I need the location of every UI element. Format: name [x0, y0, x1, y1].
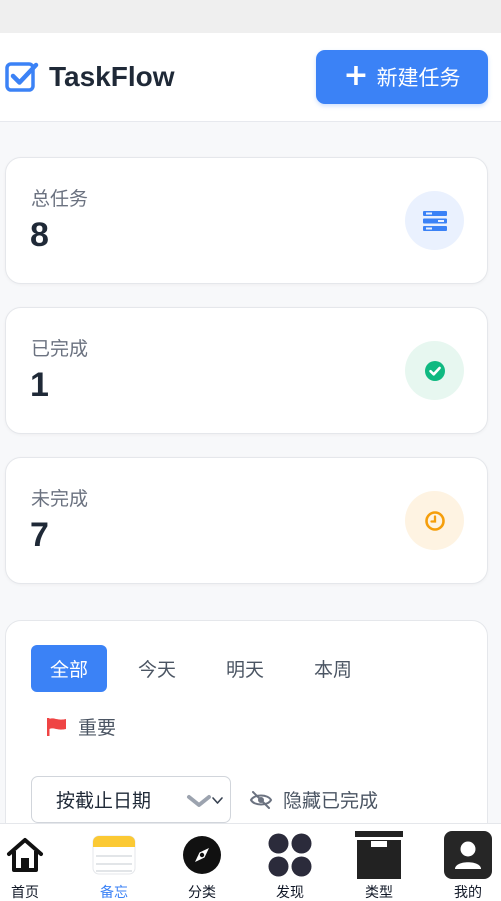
new-task-label: 新建任务 — [376, 66, 461, 90]
plus-icon: + — [343, 57, 369, 93]
eye-slash-icon — [249, 790, 273, 809]
tabbar-label: 发现 — [276, 885, 304, 901]
tabbar-item-categories[interactable]: 分类 — [167, 824, 237, 901]
stat-card-completed: 已完成 1 — [5, 307, 488, 434]
checkbox-logo-icon — [5, 62, 39, 92]
important-label: 重要 — [78, 717, 117, 739]
sort-select[interactable]: 按截止日期 — [31, 776, 231, 823]
hide-completed-toggle[interactable]: 隐藏已完成 — [249, 786, 378, 813]
tabbar-item-home[interactable]: 首页 — [0, 824, 60, 901]
tab-all[interactable]: 全部 — [31, 645, 107, 692]
tab-tomorrow[interactable]: 明天 — [207, 645, 283, 692]
stat-label: 已完成 — [31, 338, 89, 360]
list-icon — [405, 191, 464, 250]
filter-panel: 全部 今天 明天 本周 重要 按截止日期 隐藏已完成 — [5, 620, 488, 850]
compass-icon — [183, 836, 221, 874]
tab-today[interactable]: 今天 — [119, 645, 195, 692]
stat-label: 总任务 — [31, 188, 89, 210]
home-icon — [7, 838, 43, 872]
app-header: TaskFlow + 新建任务 — [0, 33, 501, 122]
stat-value: 1 — [30, 366, 49, 404]
stat-value: 7 — [30, 516, 49, 554]
chevron-down-icon — [187, 795, 223, 807]
grid-icon — [268, 833, 312, 877]
new-task-button[interactable]: + 新建任务 — [316, 50, 488, 104]
clock-icon — [405, 491, 464, 550]
notes-icon — [92, 835, 136, 875]
tabbar-label: 分类 — [188, 885, 216, 901]
hide-completed-label: 隐藏已完成 — [283, 790, 379, 812]
tabbar-item-profile[interactable]: 我的 — [433, 824, 501, 901]
important-filter[interactable]: 重要 — [46, 713, 116, 740]
user-icon — [444, 831, 492, 879]
tab-this-week[interactable]: 本周 — [295, 645, 371, 692]
flag-icon — [47, 717, 66, 736]
check-circle-icon — [405, 341, 464, 400]
tabbar-label: 类型 — [365, 885, 393, 901]
tabbar-label: 我的 — [454, 885, 482, 901]
tabbar-item-discover[interactable]: 发现 — [255, 824, 325, 901]
stat-card-total: 总任务 8 — [5, 157, 488, 284]
bottom-tab-bar: 首页 备忘 分类 发现 类型 我的 — [0, 823, 501, 901]
tabbar-item-notes[interactable]: 备忘 — [79, 824, 149, 901]
app-title: TaskFlow — [49, 61, 175, 92]
sort-value: 按截止日期 — [56, 790, 152, 812]
status-bar — [0, 0, 501, 33]
stat-card-pending: 未完成 7 — [5, 457, 488, 584]
tabbar-label: 首页 — [11, 885, 39, 901]
tabbar-item-types[interactable]: 类型 — [344, 824, 414, 901]
stat-label: 未完成 — [31, 488, 89, 510]
archive-icon — [355, 831, 403, 879]
tabbar-label: 备忘 — [100, 885, 128, 901]
stat-value: 8 — [30, 216, 49, 254]
